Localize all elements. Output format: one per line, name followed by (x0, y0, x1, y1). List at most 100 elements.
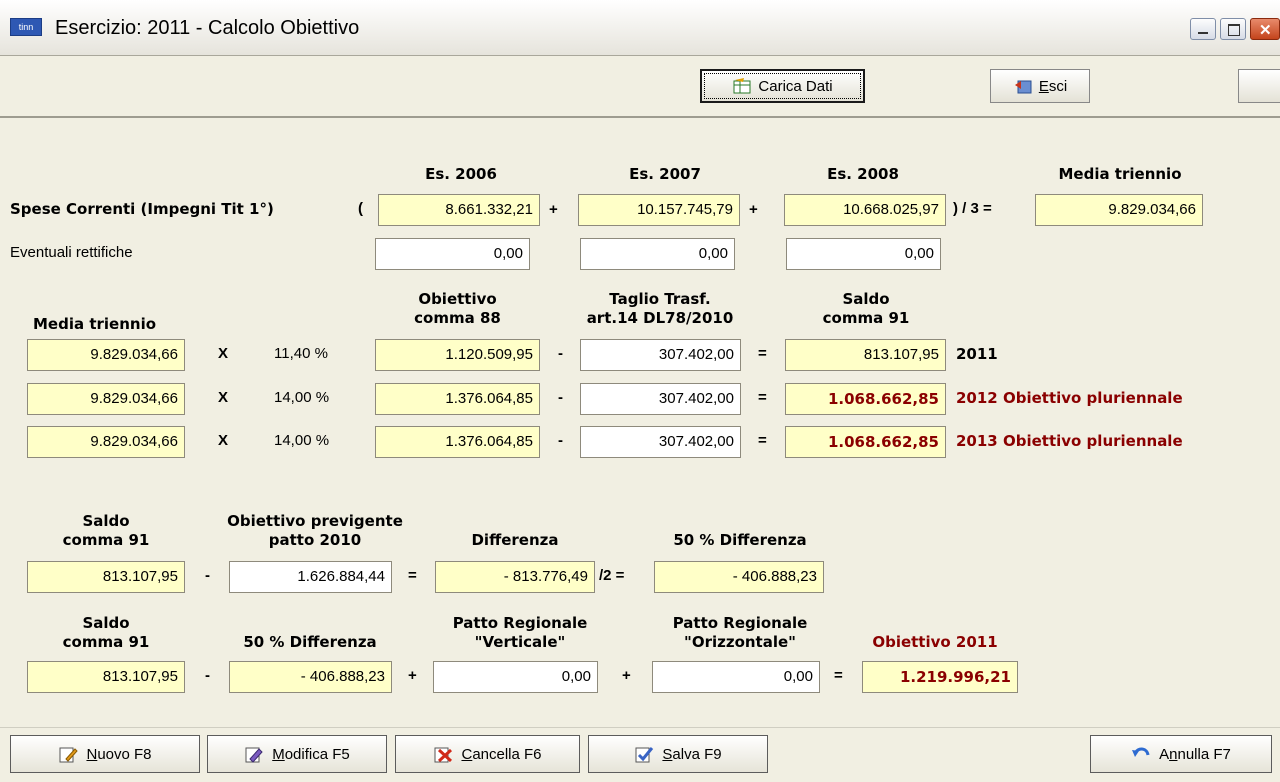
table-load-icon (732, 77, 752, 95)
times-sign: X (218, 389, 229, 406)
header-es2007: Es. 2007 (629, 165, 701, 183)
spese-2006-field[interactable]: 8.661.332,21 (378, 194, 540, 226)
divide-by-two: /2 = (599, 567, 625, 584)
obiettivo-field[interactable]: 1.376.064,85 (375, 383, 540, 415)
minimize-button[interactable] (1190, 18, 1216, 40)
header-previgente-l2: patto 2010 (268, 531, 362, 549)
rettifiche-2007-field[interactable]: 0,00 (580, 238, 735, 270)
toolbar-extra-button[interactable] (1238, 69, 1280, 103)
carica-dati-label: Carica Dati (758, 77, 833, 95)
minus-sign: - (205, 567, 210, 584)
header-obiettivo-2011: Obiettivo 2011 (872, 633, 998, 651)
differenza-field[interactable]: - 813.776,49 (435, 561, 595, 593)
equals-sign: = (758, 389, 767, 406)
header-obiettivo-l2: comma 88 (414, 309, 501, 327)
equals-sign: = (408, 567, 417, 584)
header-saldo-l2: comma 91 (62, 531, 150, 549)
saldo-field[interactable]: 1.068.662,85 (785, 383, 946, 415)
obiettivo-field[interactable]: 1.376.064,85 (375, 426, 540, 458)
percentage: 14,00 % (274, 432, 330, 449)
minus-sign: - (558, 345, 563, 362)
header-verticale-l1: Patto Regionale (452, 614, 588, 632)
plus-sign: + (622, 667, 631, 684)
annulla-button[interactable]: Annulla F7 (1090, 735, 1272, 773)
salva-label: Salva F9 (662, 745, 722, 763)
annulla-label: Annulla F7 (1159, 745, 1231, 763)
minus-sign: - (205, 667, 210, 684)
cancella-button[interactable]: Cancella F6 (395, 735, 580, 773)
plus-sign: + (749, 201, 758, 218)
bottom-toolbar: Nuovo F8 Modifica F5 Cancella F6 Salva F… (0, 727, 1280, 782)
title-bar: tinn Esercizio: 2011 - Calcolo Obiettivo… (0, 0, 1280, 56)
saldo-field[interactable]: 1.068.662,85 (785, 426, 946, 458)
obiettivo-field[interactable]: 1.120.509,95 (375, 339, 540, 371)
minus-sign: - (558, 389, 563, 406)
spese-correnti-label: Spese Correnti (Impegni Tit 1°) (10, 200, 274, 218)
edit-icon (244, 745, 264, 763)
header-saldo-l2: comma 91 (62, 633, 150, 651)
media-field[interactable]: 9.829.034,66 (27, 339, 185, 371)
percentage: 11,40 % (274, 345, 328, 362)
rettifiche-2006-field[interactable]: 0,00 (375, 238, 530, 270)
media-triennio-field[interactable]: 9.829.034,66 (1035, 194, 1203, 226)
modifica-button[interactable]: Modifica F5 (207, 735, 387, 773)
saldo-field[interactable]: 813.107,95 (785, 339, 946, 371)
header-saldo-l1: Saldo (842, 290, 890, 308)
delete-icon (433, 745, 453, 763)
spese-2008-field[interactable]: 10.668.025,97 (784, 194, 946, 226)
header-taglio-l1: Taglio Trasf. (609, 290, 711, 308)
salva-button[interactable]: Salva F9 (588, 735, 768, 773)
header-meta-differenza: 50 % Differenza (673, 531, 807, 549)
header-orizzontale-l1: Patto Regionale (672, 614, 808, 632)
patto-orizzontale-field[interactable]: 0,00 (652, 661, 820, 693)
rettifiche-label: Eventuali rettifiche (10, 244, 133, 261)
taglio-field[interactable]: 307.402,00 (580, 383, 741, 415)
header-meta-differenza: 50 % Differenza (243, 633, 377, 651)
patto-verticale-field[interactable]: 0,00 (433, 661, 598, 693)
media-field[interactable]: 9.829.034,66 (27, 426, 185, 458)
year-label: 2013 Obiettivo pluriennale (956, 432, 1183, 450)
spese-2007-field[interactable]: 10.157.745,79 (578, 194, 740, 226)
header-verticale-l2: "Verticale" (474, 633, 566, 651)
percentage: 14,00 % (274, 389, 330, 406)
header-previgente-l1: Obiettivo previgente (227, 512, 403, 530)
year-label: 2012 Obiettivo pluriennale (956, 389, 1183, 407)
header-es2006: Es. 2006 (425, 165, 497, 183)
obiettivo-2011-field[interactable]: 1.219.996,21 (862, 661, 1018, 693)
exit-icon (1013, 77, 1033, 95)
meta-differenza-field[interactable]: - 406.888,23 (229, 661, 392, 693)
close-button[interactable]: ✕ (1250, 18, 1280, 40)
taglio-field[interactable]: 307.402,00 (580, 426, 741, 458)
nuovo-button[interactable]: Nuovo F8 (10, 735, 200, 773)
equals-sign: = (758, 345, 767, 362)
toolbar: Carica Dati Esci (0, 56, 1280, 118)
rettifiche-2008-field[interactable]: 0,00 (786, 238, 941, 270)
app-logo-icon: tinn (10, 18, 42, 36)
saldo-comma91-field[interactable]: 813.107,95 (27, 561, 185, 593)
meta-differenza-field[interactable]: - 406.888,23 (654, 561, 824, 593)
header-saldo-l1: Saldo (82, 512, 130, 530)
obiettivo-previgente-field[interactable]: 1.626.884,44 (229, 561, 392, 593)
undo-icon (1131, 745, 1151, 763)
saldo-comma91-field[interactable]: 813.107,95 (27, 661, 185, 693)
media-field[interactable]: 9.829.034,66 (27, 383, 185, 415)
header-saldo-l2: comma 91 (822, 309, 910, 327)
equals-sign: = (834, 667, 843, 684)
header-es2008: Es. 2008 (827, 165, 899, 183)
header-differenza: Differenza (471, 531, 559, 549)
header-saldo-l1: Saldo (82, 614, 130, 632)
header-obiettivo-l1: Obiettivo (418, 290, 497, 308)
maximize-button[interactable] (1220, 18, 1246, 40)
times-sign: X (218, 432, 229, 449)
cancella-label: Cancella F6 (461, 745, 542, 763)
carica-dati-button[interactable]: Carica Dati (700, 69, 865, 103)
nuovo-label: Nuovo F8 (86, 745, 152, 763)
window-title: Esercizio: 2011 - Calcolo Obiettivo (55, 17, 360, 39)
taglio-field[interactable]: 307.402,00 (580, 339, 741, 371)
esci-button[interactable]: Esci (990, 69, 1090, 103)
header-media-triennio-2: Media triennio (33, 315, 157, 333)
new-pencil-icon (58, 745, 79, 763)
times-sign: X (218, 345, 229, 362)
open-paren: ( (358, 200, 363, 217)
plus-sign: + (549, 201, 558, 218)
